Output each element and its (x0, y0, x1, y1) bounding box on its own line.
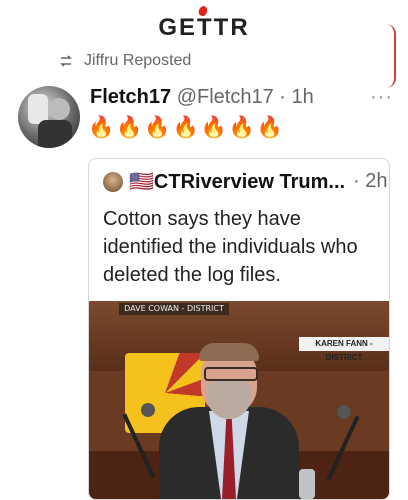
quoted-post-image[interactable]: DAVE COWAN - DISTRICT KAREN FANN - DISTR… (89, 301, 389, 499)
water-bottle (299, 469, 315, 499)
logo-text: GETTR (158, 14, 250, 41)
repost-indicator: Jiffru Reposted (58, 52, 191, 70)
quoted-author-name[interactable]: 🇺🇸CTRiverview Trum... (129, 169, 345, 194)
name-plate-top: DAVE COWAN - DISTRICT (119, 303, 229, 315)
post-header: Fletch17 @Fletch17 · 1h (90, 86, 314, 109)
author-name[interactable]: Fletch17 (90, 86, 171, 108)
more-options-button[interactable]: ··· (370, 86, 393, 109)
author-avatar[interactable] (18, 86, 80, 148)
quoted-post-header: 🇺🇸CTRiverview Trum... · 2h (103, 169, 387, 194)
repost-label: Jiffru Reposted (84, 52, 192, 69)
time-separator: · (279, 86, 286, 108)
author-handle[interactable]: @Fletch17 (177, 86, 274, 108)
quoted-post-card[interactable]: 🇺🇸CTRiverview Trum... · 2h Cotton says t… (88, 158, 390, 500)
post-emojis: 🔥🔥🔥🔥🔥🔥🔥 (88, 116, 286, 139)
quoted-author-avatar[interactable] (103, 171, 123, 192)
gettr-logo: GETTR (0, 4, 408, 42)
quoted-post-time: 2h (365, 170, 388, 192)
decorative-red-stroke (386, 24, 396, 88)
time-separator: · (353, 170, 360, 192)
quoted-post-time-wrap: · 2h (353, 170, 387, 193)
name-plate: KAREN FANN - DISTRICT (299, 337, 389, 362)
quoted-post-text: Cotton says they have identified the ind… (103, 208, 358, 286)
repost-icon (60, 55, 72, 67)
post-time: 1h (291, 86, 314, 108)
